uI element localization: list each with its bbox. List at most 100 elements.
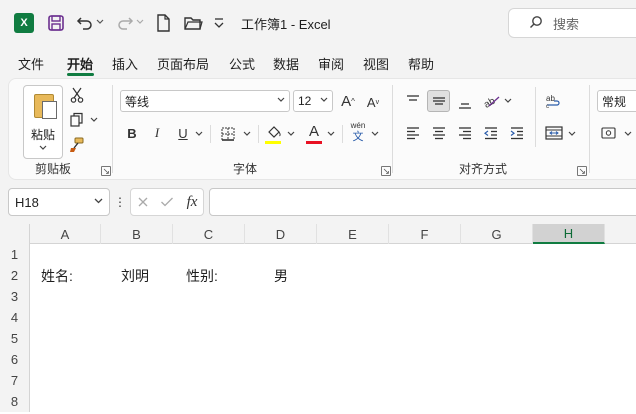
formula-input[interactable] <box>209 188 636 216</box>
tab-review[interactable]: 审阅 <box>318 54 344 73</box>
font-color-icon[interactable]: A <box>306 122 322 140</box>
paste-button[interactable]: 粘贴 <box>23 85 63 159</box>
align-top-icon[interactable] <box>402 90 424 112</box>
save-icon[interactable] <box>45 12 67 34</box>
align-middle-icon[interactable] <box>427 90 450 112</box>
column-header-f[interactable]: F <box>389 224 461 244</box>
decrease-font-size-icon[interactable]: Av <box>362 91 384 113</box>
decrease-indent-icon[interactable] <box>480 123 502 143</box>
text-orientation-icon[interactable]: ab <box>481 90 503 112</box>
phonetic-guide-icon[interactable]: 文 <box>347 130 369 143</box>
paste-dropdown-chevron-icon[interactable] <box>24 143 62 153</box>
customize-quick-access-icon[interactable] <box>212 14 226 32</box>
row-header-5[interactable]: 5 <box>0 328 30 349</box>
svg-text:c: c <box>546 104 549 109</box>
group-separator <box>210 125 211 143</box>
new-file-icon[interactable] <box>153 12 173 34</box>
insert-function-button[interactable]: fx <box>182 193 202 211</box>
phonetic-dropdown-chevron-icon[interactable] <box>370 129 380 139</box>
cell-d2[interactable]: 男 <box>274 265 288 286</box>
tab-view[interactable]: 视图 <box>363 54 389 73</box>
row-header-6[interactable]: 6 <box>0 349 30 370</box>
column-header-e[interactable]: E <box>317 224 389 244</box>
row-header-4[interactable]: 4 <box>0 307 30 328</box>
column-header-d[interactable]: D <box>245 224 317 244</box>
font-launcher-icon[interactable]: ↘ <box>381 166 391 176</box>
cut-icon[interactable] <box>67 85 87 105</box>
font-size-value: 12 <box>298 94 312 108</box>
name-box-value: H18 <box>15 194 39 210</box>
accounting-dropdown-chevron-icon[interactable] <box>623 129 633 139</box>
enter-check-icon[interactable] <box>159 194 175 210</box>
tab-insert[interactable]: 插入 <box>112 54 138 73</box>
underline-dropdown-chevron-icon[interactable] <box>194 129 204 139</box>
copy-icon[interactable] <box>67 110 87 130</box>
name-box[interactable]: H18 <box>8 188 110 216</box>
row-header-3[interactable]: 3 <box>0 286 30 307</box>
align-left-icon[interactable] <box>402 123 424 143</box>
active-tab-indicator <box>67 73 94 76</box>
tab-file[interactable]: 文件 <box>18 54 44 73</box>
redo-icon[interactable] <box>114 12 136 34</box>
row-header-1[interactable]: 1 <box>0 244 30 265</box>
font-color-dropdown-chevron-icon[interactable] <box>326 129 336 139</box>
svg-text:ab: ab <box>546 94 555 103</box>
redo-dropdown-chevron-icon[interactable] <box>136 16 144 28</box>
italic-button[interactable]: I <box>148 123 166 143</box>
row-header-7[interactable]: 7 <box>0 370 30 391</box>
merge-dropdown-chevron-icon[interactable] <box>567 129 577 139</box>
clipboard-launcher-icon[interactable]: ↘ <box>101 166 111 176</box>
borders-icon[interactable] <box>218 124 238 144</box>
tab-formulas[interactable]: 公式 <box>229 54 255 73</box>
accounting-format-icon[interactable] <box>599 123 621 143</box>
column-header-c[interactable]: C <box>173 224 245 244</box>
alignment-launcher-icon[interactable]: ↘ <box>577 166 587 176</box>
cell-c2[interactable]: 性别: <box>186 265 218 286</box>
undo-dropdown-chevron-icon[interactable] <box>96 16 104 28</box>
borders-dropdown-chevron-icon[interactable] <box>242 129 252 139</box>
row-header-2[interactable]: 2 <box>0 265 30 286</box>
tab-page-layout[interactable]: 页面布局 <box>157 54 209 73</box>
underline-button[interactable]: U <box>174 123 192 143</box>
font-size-chevron-icon <box>320 95 328 106</box>
font-name-value: 等线 <box>125 94 150 109</box>
tab-home[interactable]: 开始 <box>67 54 93 73</box>
increase-font-size-icon[interactable]: A ^ <box>337 90 359 112</box>
align-right-icon[interactable] <box>454 123 476 143</box>
search-box[interactable]: 搜索 <box>508 8 636 38</box>
cancel-icon[interactable] <box>135 194 151 210</box>
format-painter-icon[interactable] <box>67 135 87 155</box>
ribbon-tabs: 文件 开始 插入 页面布局 公式 数据 审阅 视图 帮助 <box>0 50 636 76</box>
font-color-swatch <box>306 141 322 144</box>
cell-b2[interactable]: 刘明 <box>121 265 149 286</box>
font-name-chevron-icon <box>277 95 285 106</box>
spreadsheet-grid[interactable]: A B C D E F G H 1 2 3 4 5 6 7 8 姓名: 刘明 性… <box>0 224 636 414</box>
column-header-h[interactable]: H <box>533 224 605 244</box>
more-options-icon[interactable]: ⋮ <box>114 194 126 210</box>
wrap-text-icon[interactable]: ab c <box>543 90 565 112</box>
copy-dropdown-chevron-icon[interactable] <box>89 115 99 125</box>
undo-icon[interactable] <box>74 12 96 34</box>
tab-help[interactable]: 帮助 <box>408 54 434 73</box>
column-header-a[interactable]: A <box>30 224 101 244</box>
select-all-corner[interactable] <box>0 224 30 244</box>
fill-color-icon[interactable] <box>264 123 284 141</box>
bold-button[interactable]: B <box>123 123 141 143</box>
orientation-dropdown-chevron-icon[interactable] <box>503 96 513 106</box>
increase-indent-icon[interactable] <box>506 123 528 143</box>
column-header-g[interactable]: G <box>461 224 533 244</box>
column-header-b[interactable]: B <box>101 224 173 244</box>
align-center-icon[interactable] <box>428 123 450 143</box>
merge-center-icon[interactable] <box>543 123 565 143</box>
row-header-8[interactable]: 8 <box>0 391 30 412</box>
align-bottom-icon[interactable] <box>454 92 476 114</box>
tab-data[interactable]: 数据 <box>273 54 299 73</box>
clipboard-group-label: 剪贴板 <box>35 162 72 176</box>
title-bar: X 工作簿1 - Excel 搜索 <box>0 0 636 46</box>
open-folder-icon[interactable] <box>182 12 204 34</box>
cell-a2[interactable]: 姓名: <box>41 265 73 286</box>
number-format-select[interactable]: 常规 <box>597 90 636 112</box>
font-name-select[interactable]: 等线 <box>120 90 290 112</box>
font-size-select[interactable]: 12 <box>293 90 333 112</box>
fill-color-dropdown-chevron-icon[interactable] <box>286 129 296 139</box>
